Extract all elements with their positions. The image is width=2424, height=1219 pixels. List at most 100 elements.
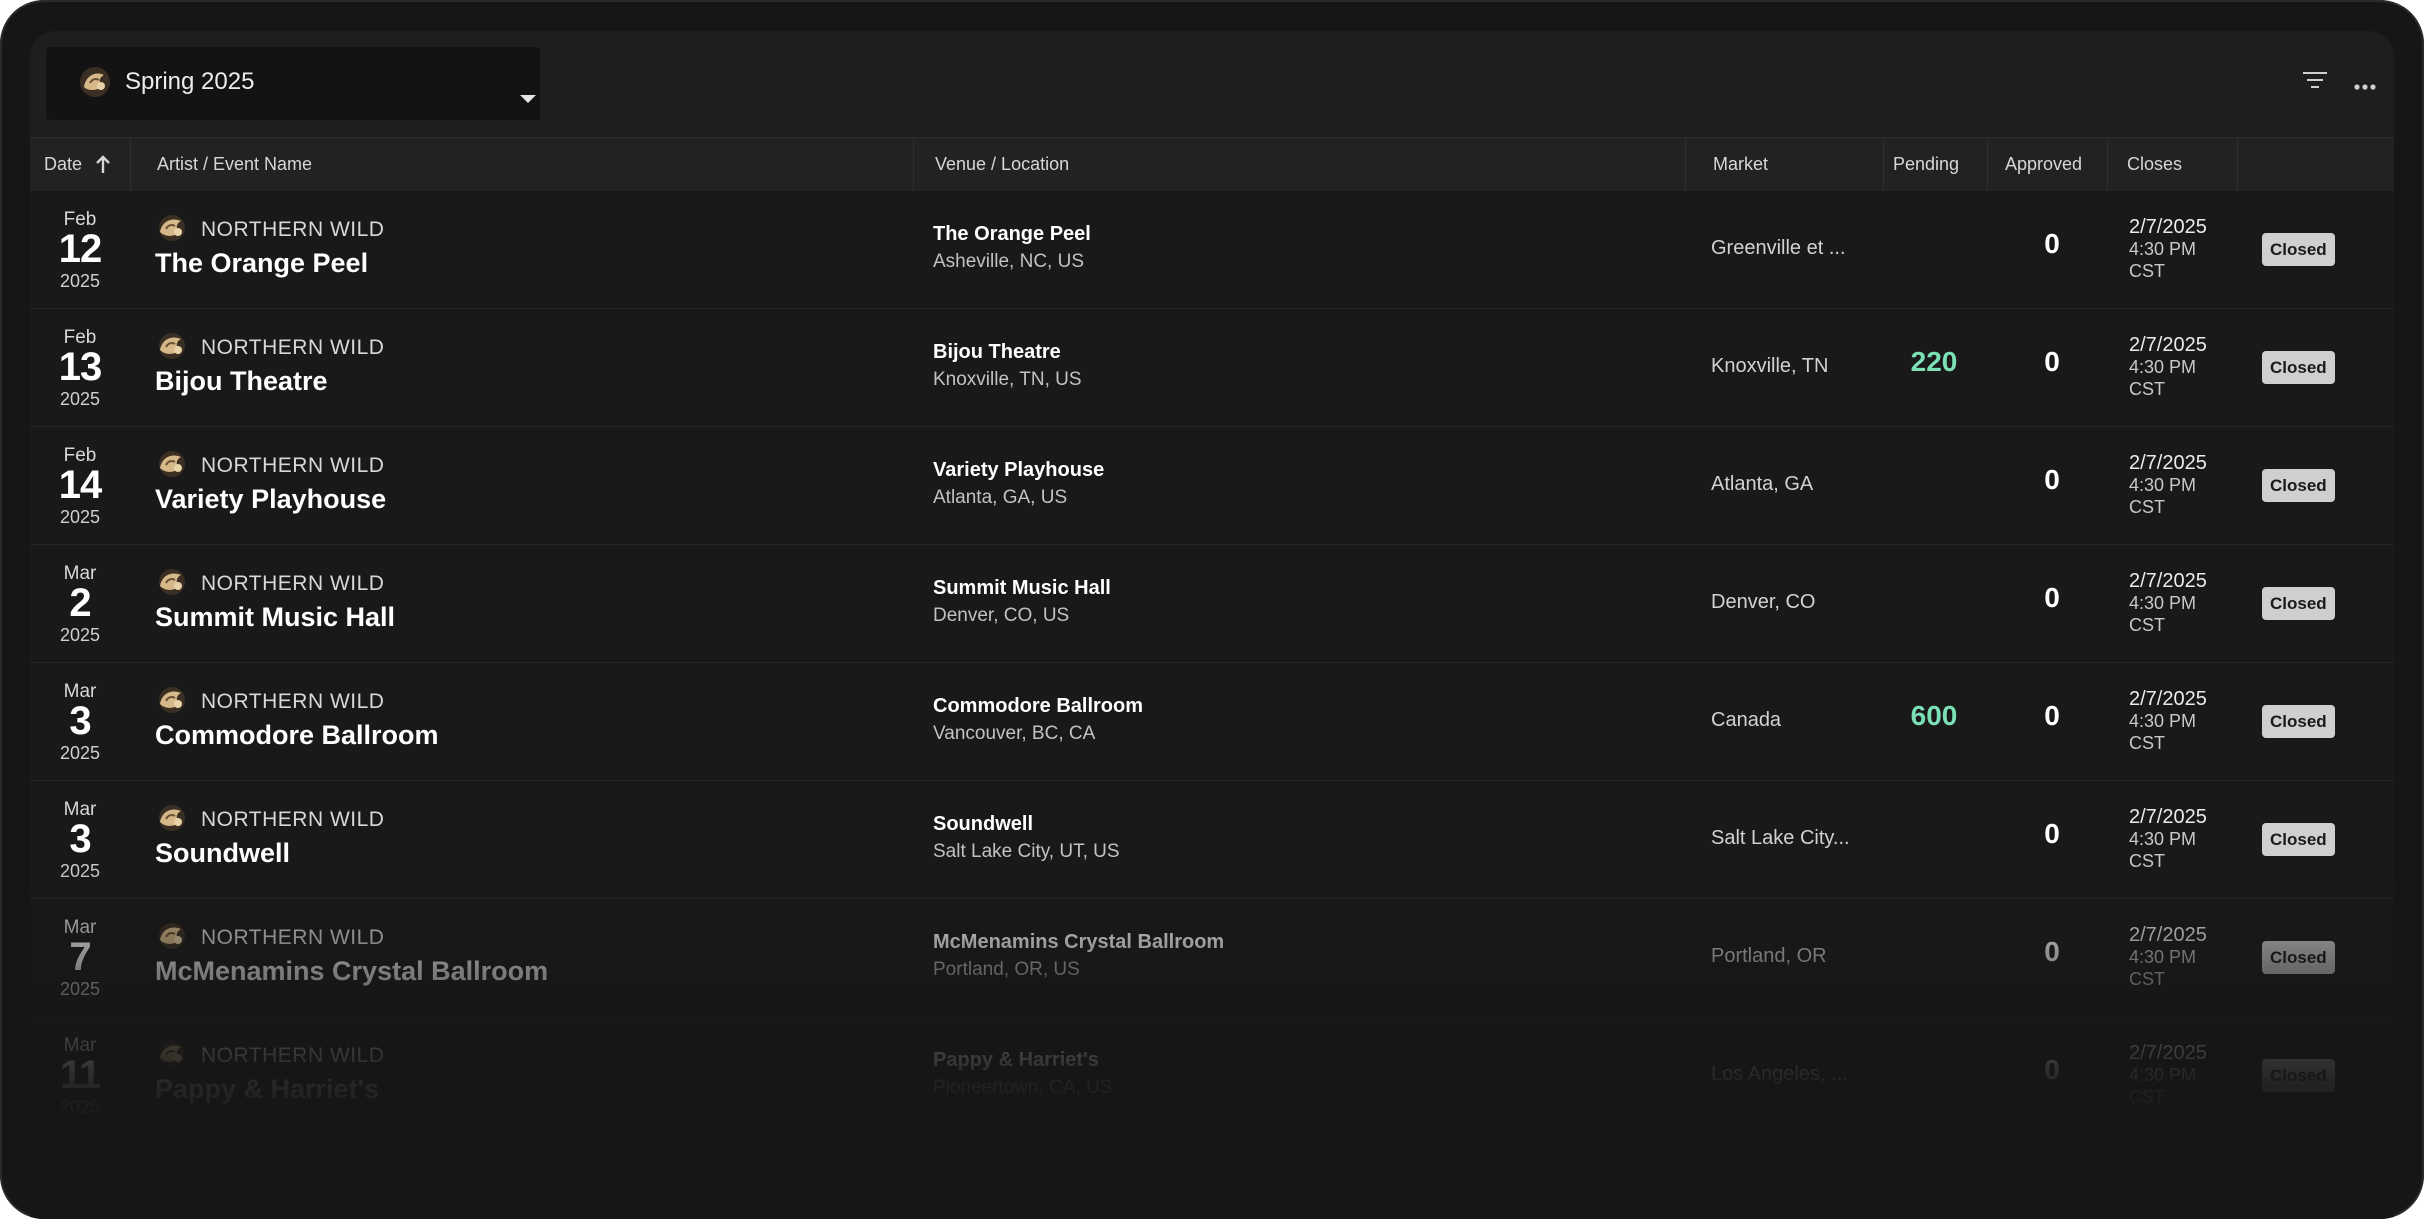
artist-name: NORTHERN WILD (201, 926, 385, 949)
status-badge: Closed (2262, 705, 2335, 738)
artist-name: NORTHERN WILD (201, 454, 385, 477)
event-name[interactable]: Soundwell (155, 838, 290, 869)
event-year: 2025 (59, 507, 101, 527)
close-time: 4:30 PM (2129, 357, 2197, 377)
event-name[interactable]: Summit Music Hall (155, 602, 395, 633)
column-divider (1987, 138, 1988, 191)
venue-name: Soundwell (933, 813, 1033, 835)
chevron-down-icon (520, 95, 536, 103)
table-row[interactable]: Mar 2 2025 NORTHERN WILD Summit Music Hall Su… (30, 545, 2394, 663)
status-badge: Closed (2262, 941, 2335, 974)
event-name[interactable]: McMenamins Crystal Ballroom (155, 956, 548, 987)
status-badge: Closed (2262, 823, 2335, 856)
col-pending[interactable]: Pending (1893, 138, 1959, 191)
event-year: 2025 (59, 1097, 101, 1117)
event-year: 2025 (59, 743, 101, 763)
filter-icon[interactable] (2302, 69, 2328, 96)
venue-location: Portland, OR, US (933, 959, 1080, 980)
artist-name: NORTHERN WILD (201, 808, 385, 831)
event-year: 2025 (59, 861, 101, 881)
column-divider (130, 138, 131, 191)
artist-avatar-icon (155, 1039, 189, 1074)
pending-count: 600 (1910, 700, 1958, 731)
close-time: 4:30 PM (2129, 711, 2197, 731)
approved-count: 0 (2044, 818, 2060, 849)
event-year: 2025 (59, 979, 101, 999)
approved-count: 0 (2044, 700, 2060, 731)
sort-ascending-icon (96, 155, 110, 174)
close-date: 2/7/2025 (2129, 570, 2207, 592)
table-row[interactable]: Mar 11 2025 NORTHERN WILD Pappy & Harriet's P… (30, 1017, 2394, 1135)
status-badge: Closed (2262, 469, 2335, 502)
close-date: 2/7/2025 (2129, 334, 2207, 356)
table-row[interactable]: Feb 13 2025 NORTHERN WILD Bijou Theatre Bijou… (30, 309, 2394, 427)
venue-location: Denver, CO, US (933, 605, 1070, 626)
col-date[interactable]: Date (44, 138, 111, 191)
market-name: Los Angeles, ... (1711, 1063, 1848, 1085)
artist-avatar-icon (155, 213, 189, 248)
artist-avatar-icon (155, 685, 189, 720)
approved-count: 0 (2044, 346, 2060, 377)
table-row[interactable]: Feb 12 2025 NORTHERN WILD The Orange Peel The… (30, 191, 2394, 309)
approved-count: 0 (2044, 1054, 2060, 1085)
col-market[interactable]: Market (1713, 138, 1768, 191)
artist-name: NORTHERN WILD (201, 1044, 385, 1067)
close-time: 4:30 PM (2129, 829, 2197, 849)
event-year: 2025 (59, 271, 101, 291)
close-time: 4:30 PM (2129, 239, 2197, 259)
venue-location: Knoxville, TN, US (933, 369, 1082, 390)
column-divider (2237, 138, 2238, 191)
venue-location: Pioneertown, CA, US (933, 1077, 1113, 1098)
close-date: 2/7/2025 (2129, 924, 2207, 946)
artist-name: NORTHERN WILD (201, 572, 385, 595)
event-day: 3 (69, 817, 91, 861)
artist-avatar-icon (155, 803, 189, 838)
season-selector[interactable]: Spring 2025 (46, 47, 540, 120)
event-day: 7 (69, 935, 91, 979)
table-header: Date Artist / Event Name Venue / Locatio… (30, 137, 2394, 191)
close-date: 2/7/2025 (2129, 688, 2207, 710)
event-name[interactable]: Bijou Theatre (155, 366, 328, 397)
column-divider (913, 138, 914, 191)
event-day: 11 (59, 1053, 101, 1097)
events-panel: Spring 2025 Date Artist / Event Name Ven… (30, 31, 2394, 1219)
venue-location: Asheville, NC, US (933, 251, 1084, 272)
venue-name: Variety Playhouse (933, 459, 1105, 481)
event-name[interactable]: Commodore Ballroom (155, 720, 439, 751)
col-approved[interactable]: Approved (2005, 138, 2082, 191)
close-timezone: CST (2129, 261, 2165, 281)
col-artist[interactable]: Artist / Event Name (157, 138, 312, 191)
venue-location: Vancouver, BC, CA (933, 723, 1096, 744)
table-row[interactable]: Mar 7 2025 NORTHERN WILD McMenamins Crystal … (30, 899, 2394, 1017)
approved-count: 0 (2044, 936, 2060, 967)
column-divider (1685, 138, 1686, 191)
event-name[interactable]: Variety Playhouse (155, 484, 386, 515)
table-row[interactable]: Mar 3 2025 NORTHERN WILD Soundwell Soundwell S… (30, 781, 2394, 899)
close-timezone: CST (2129, 1087, 2165, 1107)
market-name: Portland, OR (1711, 945, 1827, 967)
event-year: 2025 (59, 625, 101, 645)
table-row[interactable]: Mar 3 2025 NORTHERN WILD Commodore Ballroom C… (30, 663, 2394, 781)
artist-avatar-icon (155, 331, 189, 366)
event-name[interactable]: The Orange Peel (155, 248, 368, 279)
more-horizontal-icon[interactable] (2354, 77, 2376, 95)
close-timezone: CST (2129, 969, 2165, 989)
market-name: Canada (1711, 709, 1782, 731)
status-badge: Closed (2262, 1059, 2335, 1092)
venue-name: Commodore Ballroom (933, 695, 1144, 717)
table-row[interactable]: Feb 14 2025 NORTHERN WILD Variety Playhouse V… (30, 427, 2394, 545)
col-venue[interactable]: Venue / Location (935, 138, 1069, 191)
market-name: Atlanta, GA (1711, 473, 1814, 495)
close-time: 4:30 PM (2129, 1065, 2197, 1085)
event-day: 2 (69, 581, 91, 625)
venue-name: Summit Music Hall (933, 577, 1111, 599)
status-badge: Closed (2262, 587, 2335, 620)
column-divider (1883, 138, 1884, 191)
status-badge: Closed (2262, 351, 2335, 384)
event-day: 13 (58, 345, 103, 389)
col-closes[interactable]: Closes (2127, 138, 2182, 191)
market-name: Salt Lake City... (1711, 827, 1850, 849)
event-name[interactable]: Pappy & Harriet's (155, 1074, 379, 1105)
approved-count: 0 (2044, 582, 2060, 613)
artist-name: NORTHERN WILD (201, 218, 385, 241)
